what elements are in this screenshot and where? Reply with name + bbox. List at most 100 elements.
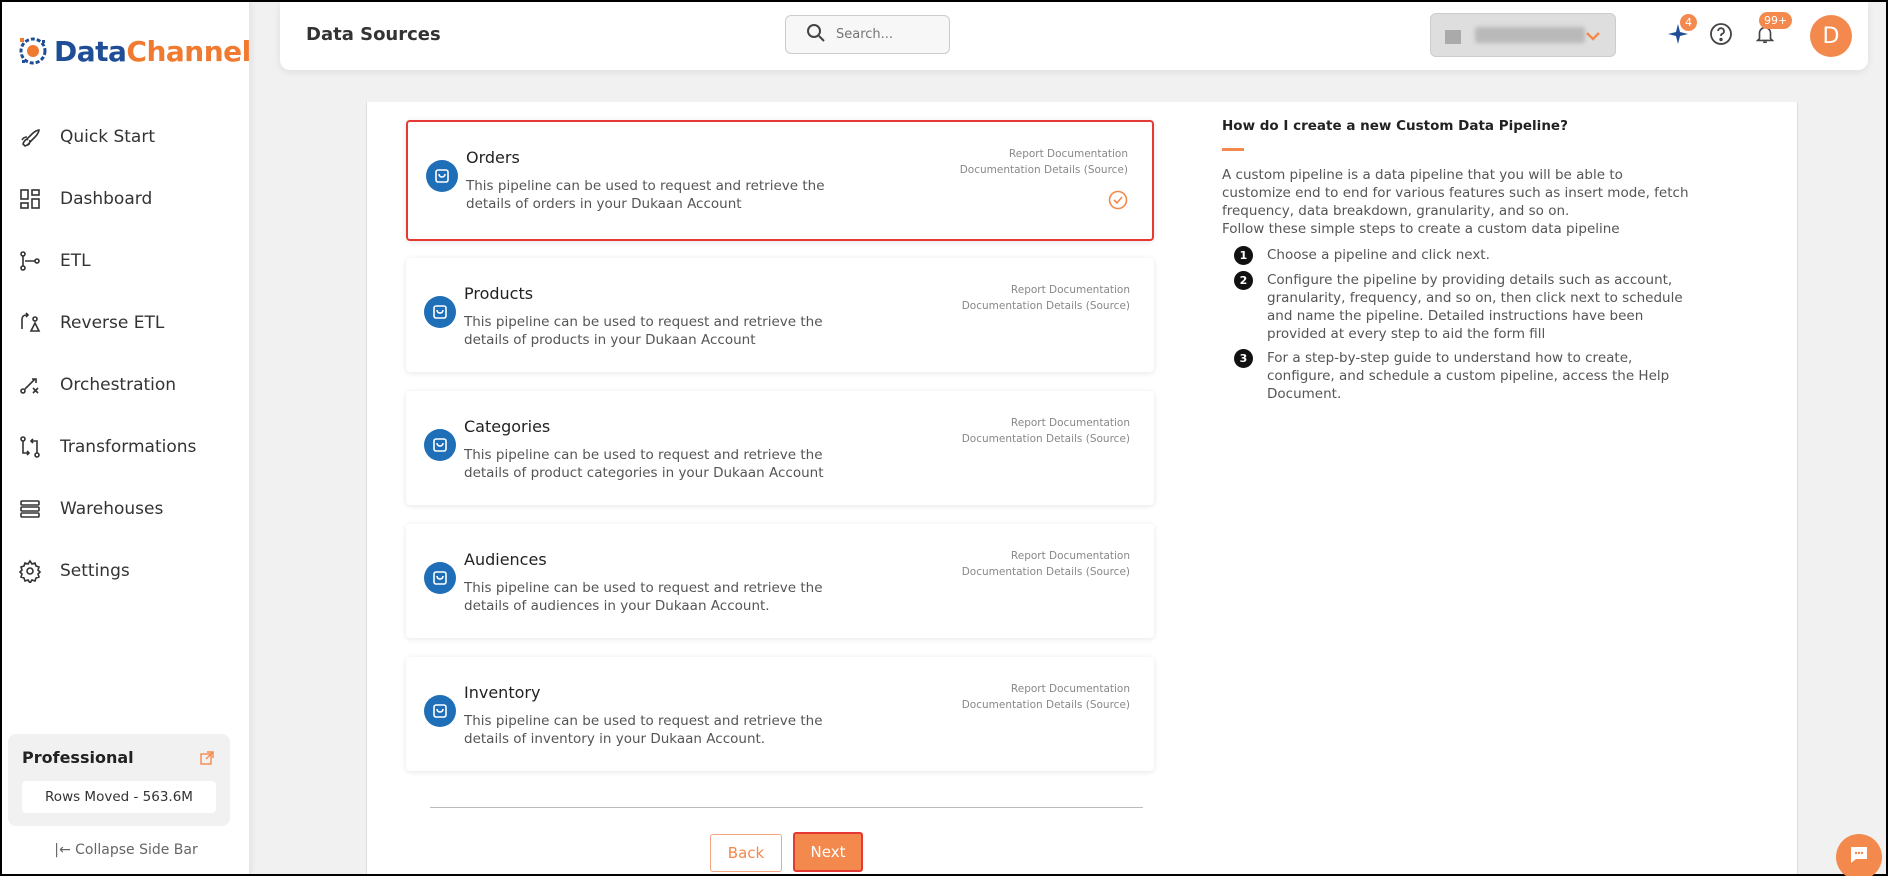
card-title: Audiences xyxy=(464,550,547,569)
step-text: Configure the pipeline by providing deta… xyxy=(1267,272,1683,342)
help-pane: How do I create a new Custom Data Pipeli… xyxy=(1222,118,1692,409)
sidebar-item-settings[interactable]: Settings xyxy=(2,540,250,602)
ai-sparkle-button[interactable]: 4 xyxy=(1664,14,1697,50)
dukaan-bag-icon xyxy=(424,695,456,727)
sidebar-item-dashboard[interactable]: Dashboard xyxy=(2,168,250,230)
building-icon xyxy=(1443,26,1463,50)
help-button[interactable] xyxy=(1707,22,1735,50)
notifications-button[interactable]: 99+ xyxy=(1751,12,1793,50)
step-number: 2 xyxy=(1234,271,1253,290)
collapse-label: Collapse Side Bar xyxy=(75,842,198,858)
check-circle-icon xyxy=(1108,190,1128,214)
step-number: 3 xyxy=(1234,349,1253,368)
report-documentation-link[interactable]: Report Documentation xyxy=(960,146,1128,162)
dukaan-bag-icon xyxy=(424,296,456,328)
next-button[interactable]: Next xyxy=(793,832,863,872)
account-select[interactable] xyxy=(1430,13,1616,57)
documentation-details-link[interactable]: Documentation Details (Source) xyxy=(962,431,1130,447)
documentation-details-link[interactable]: Documentation Details (Source) xyxy=(960,162,1128,178)
report-documentation-link[interactable]: Report Documentation xyxy=(962,282,1130,298)
documentation-details-link[interactable]: Documentation Details (Source) xyxy=(962,564,1130,580)
sidebar-item-label: Orchestration xyxy=(60,375,177,395)
card-links: Report Documentation Documentation Detai… xyxy=(962,548,1130,580)
sidebar-item-orchestration[interactable]: Orchestration xyxy=(2,354,250,416)
rows-moved-value: Rows Moved - 563.6M xyxy=(22,781,216,813)
sidebar-item-transformations[interactable]: Transformations xyxy=(2,416,250,478)
chevron-down-icon xyxy=(1583,26,1603,50)
card-description: This pipeline can be used to request and… xyxy=(466,178,825,212)
card-links: Report Documentation Documentation Detai… xyxy=(960,146,1128,178)
card-description: This pipeline can be used to request and… xyxy=(464,713,823,747)
help-step: 2 Configure the pipeline by providing de… xyxy=(1234,271,1692,343)
datachannel-logo-icon xyxy=(16,34,50,68)
dukaan-bag-icon xyxy=(424,429,456,461)
sidebar-nav: Quick Start Dashboard ETL Reverse ETL Or… xyxy=(2,106,250,602)
divider xyxy=(430,807,1143,808)
sidebar-item-label: Dashboard xyxy=(60,189,153,209)
documentation-details-link[interactable]: Documentation Details (Source) xyxy=(962,697,1130,713)
card-title: Inventory xyxy=(464,683,541,702)
report-documentation-link[interactable]: Report Documentation xyxy=(962,548,1130,564)
card-description: This pipeline can be used to request and… xyxy=(464,314,823,348)
dukaan-bag-icon xyxy=(426,160,458,192)
report-documentation-link[interactable]: Report Documentation xyxy=(962,681,1130,697)
step-number: 1 xyxy=(1234,246,1253,265)
back-button[interactable]: Back xyxy=(710,834,782,872)
pipeline-card-categories[interactable]: Categories This pipeline can be used to … xyxy=(406,391,1154,505)
warehouses-icon xyxy=(16,495,44,523)
pipeline-card-products[interactable]: Products This pipeline can be used to re… xyxy=(406,258,1154,372)
help-step: 3 For a step-by-step guide to understand… xyxy=(1234,349,1692,403)
help-icon xyxy=(1709,22,1733,50)
sidebar-item-reverse-etl[interactable]: Reverse ETL xyxy=(2,292,250,354)
etl-icon xyxy=(16,247,44,275)
sidebar-item-label: Quick Start xyxy=(60,127,156,147)
pipeline-card-inventory[interactable]: Inventory This pipeline can be used to r… xyxy=(406,657,1154,771)
step-text: Choose a pipeline and click next. xyxy=(1267,247,1490,263)
dukaan-bag-icon xyxy=(424,562,456,594)
collapse-sidebar-button[interactable]: |← Collapse Side Bar xyxy=(2,842,250,858)
logo-text: DataChannel xyxy=(54,34,251,68)
sidebar-item-label: Warehouses xyxy=(60,499,164,519)
search-input[interactable] xyxy=(836,27,936,42)
plan-title: Professional xyxy=(22,748,134,767)
avatar[interactable]: D xyxy=(1810,15,1852,57)
card-title: Products xyxy=(464,284,534,303)
chat-icon xyxy=(1847,843,1871,871)
card-links: Report Documentation Documentation Detai… xyxy=(962,282,1130,314)
help-intro: A custom pipeline is a data pipeline tha… xyxy=(1222,167,1689,219)
search-box[interactable] xyxy=(785,15,950,54)
card-title: Categories xyxy=(464,417,551,436)
sidebar-item-quick-start[interactable]: Quick Start xyxy=(2,106,250,168)
orchestration-icon xyxy=(16,371,44,399)
help-step: 1 Choose a pipeline and click next. xyxy=(1234,246,1692,265)
logo[interactable]: DataChannel xyxy=(16,34,251,68)
dashboard-icon xyxy=(16,185,44,213)
sidebar-item-etl[interactable]: ETL xyxy=(2,230,250,292)
card-links: Report Documentation Documentation Detai… xyxy=(962,415,1130,447)
help-steps: 1 Choose a pipeline and click next. 2 Co… xyxy=(1222,246,1692,403)
external-link-icon[interactable] xyxy=(200,750,214,769)
sidebar-item-label: Reverse ETL xyxy=(60,313,165,333)
chat-button[interactable] xyxy=(1836,834,1882,876)
card-description: This pipeline can be used to request and… xyxy=(464,447,824,481)
report-documentation-link[interactable]: Report Documentation xyxy=(962,415,1130,431)
page-title: Data Sources xyxy=(306,24,441,45)
plan-box: Professional Rows Moved - 563.6M xyxy=(8,734,230,826)
card-links: Report Documentation Documentation Detai… xyxy=(962,681,1130,713)
sidebar-item-label: Settings xyxy=(60,561,130,581)
card-title: Orders xyxy=(466,148,520,167)
pipeline-card-audiences[interactable]: Audiences This pipeline can be used to r… xyxy=(406,524,1154,638)
help-intro-steps: Follow these simple steps to create a cu… xyxy=(1222,221,1620,237)
help-accent-bar xyxy=(1222,148,1244,151)
reverse-etl-icon xyxy=(16,309,44,337)
sidebar-item-warehouses[interactable]: Warehouses xyxy=(2,478,250,540)
documentation-details-link[interactable]: Documentation Details (Source) xyxy=(962,298,1130,314)
rocket-icon xyxy=(16,123,44,151)
pipeline-card-orders[interactable]: Orders This pipeline can be used to requ… xyxy=(406,120,1154,241)
sidebar: DataChannel Quick Start Dashboard ETL Re… xyxy=(2,2,251,874)
card-description: This pipeline can be used to request and… xyxy=(464,580,823,614)
help-title: How do I create a new Custom Data Pipeli… xyxy=(1222,118,1568,134)
gear-icon xyxy=(16,557,44,585)
account-name-blurred xyxy=(1475,27,1585,43)
collapse-icon: |← xyxy=(54,842,71,858)
